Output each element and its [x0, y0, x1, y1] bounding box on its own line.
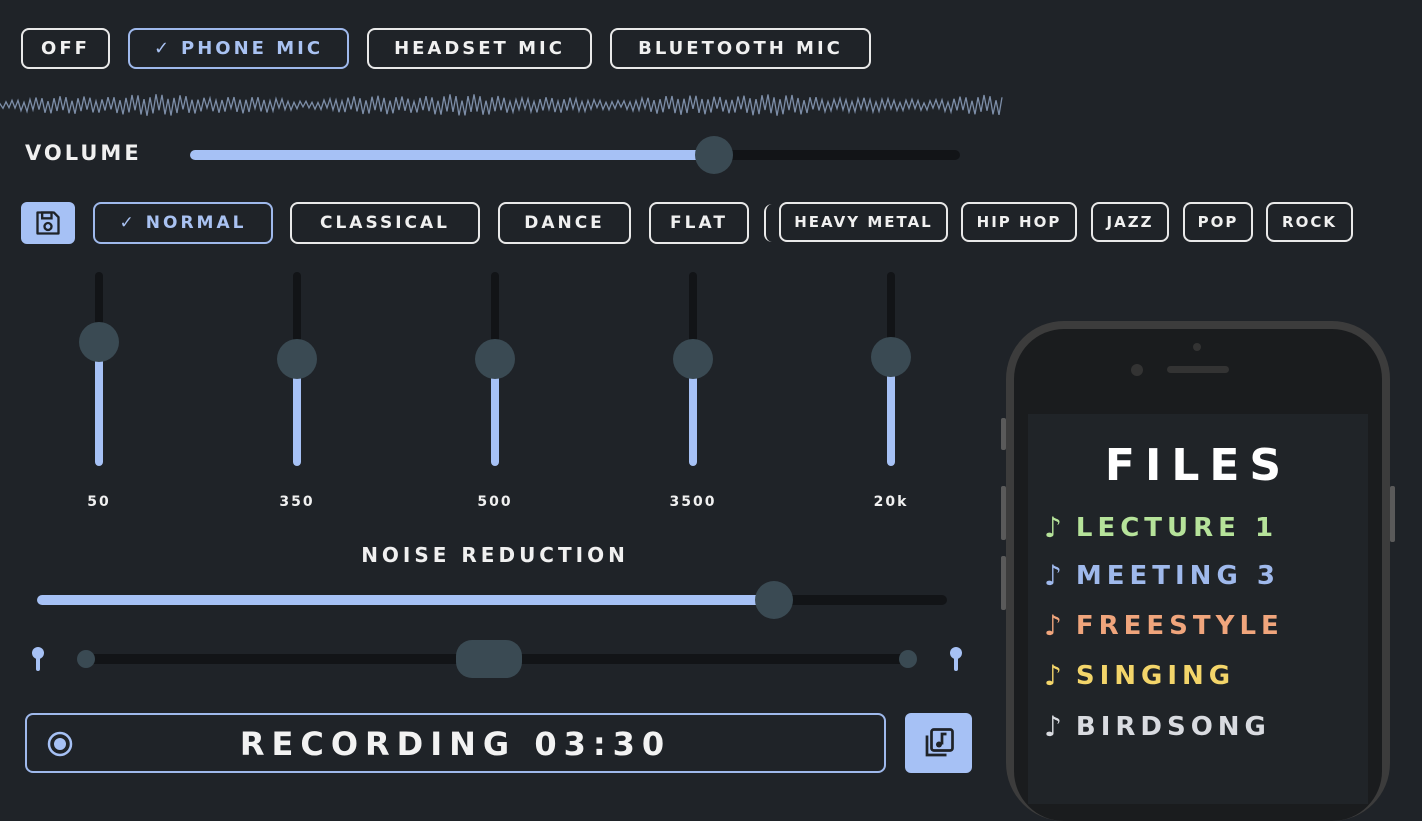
preset-normal-button[interactable]: ✓ NORMAL: [93, 202, 273, 244]
phone-camera: [1131, 364, 1143, 376]
file-name: LECTURE 1: [1075, 512, 1279, 543]
file-item-lecture-1[interactable]: ♪ LECTURE 1: [1044, 511, 1278, 544]
recording-label: RECORDING: [239, 725, 517, 763]
save-preset-button[interactable]: [21, 202, 75, 244]
preset-jazz-label: JAZZ: [1106, 213, 1154, 231]
right-earbud-icon: [950, 647, 962, 671]
check-icon: ✓: [119, 213, 134, 233]
preset-hip-hop-button[interactable]: HIP HOP: [961, 202, 1077, 242]
noise-reduction-fill: [37, 595, 775, 605]
noise-reduction-thumb[interactable]: [755, 581, 794, 619]
preset-flat-button[interactable]: FLAT: [649, 202, 749, 244]
phone-mic-button[interactable]: ✓ PHONE MIC: [128, 28, 349, 69]
preset-jazz-button[interactable]: JAZZ: [1091, 202, 1169, 242]
eq-band-thumb[interactable]: [475, 339, 515, 380]
balance-thumb[interactable]: [456, 640, 522, 678]
volume-label: VOLUME: [25, 141, 142, 165]
preset-classical-label: CLASSICAL: [320, 213, 450, 233]
floppy-disk-icon: [36, 211, 60, 235]
preset-heavy-metal-label: HEAVY METAL: [794, 213, 933, 231]
headset-mic-label: HEADSET MIC: [394, 38, 565, 59]
eq-band-freq-label: 50: [87, 494, 111, 510]
phone-mic-label: PHONE MIC: [181, 38, 324, 59]
audio-waveform: [0, 94, 1003, 116]
file-name: SINGING: [1075, 660, 1236, 691]
preset-pop-button[interactable]: POP: [1183, 202, 1253, 242]
preset-heavy-metal-button[interactable]: HEAVY METAL: [779, 202, 948, 242]
preset-dance-label: DANCE: [524, 213, 605, 233]
mic-off-button[interactable]: OFF: [21, 28, 110, 69]
preset-dance-button[interactable]: DANCE: [498, 202, 631, 244]
music-note-icon: ♪: [1044, 559, 1062, 592]
preset-flat-label: FLAT: [670, 213, 728, 233]
phone-power-button: [1390, 486, 1395, 542]
phone-side-button: [1001, 418, 1006, 450]
scroll-edge-indicator: [764, 204, 772, 242]
eq-band-freq-label: 3500: [669, 494, 717, 510]
music-library-icon: [925, 728, 954, 757]
eq-band-thumb[interactable]: [673, 339, 713, 380]
preset-rock-label: ROCK: [1282, 213, 1337, 231]
file-name: FREESTYLE: [1075, 610, 1284, 641]
balance-left-endpoint: [77, 650, 95, 668]
phone-volume-up: [1001, 486, 1006, 540]
bluetooth-mic-label: BLUETOOTH MIC: [638, 38, 843, 59]
file-item-freestyle[interactable]: ♪ FREESTYLE: [1044, 609, 1284, 642]
eq-band-thumb[interactable]: [871, 337, 911, 378]
volume-fill: [190, 150, 714, 160]
preset-normal-label: NORMAL: [145, 213, 247, 233]
file-item-meeting-3[interactable]: ♪ MEETING 3: [1044, 559, 1280, 592]
files-title: FILES: [1104, 440, 1292, 491]
eq-band-freq-label: 350: [279, 494, 315, 510]
eq-band-thumb[interactable]: [277, 339, 317, 380]
library-button[interactable]: [905, 713, 972, 773]
preset-rock-button[interactable]: ROCK: [1266, 202, 1353, 242]
file-name: MEETING 3: [1075, 560, 1280, 591]
eq-band-freq-label: 500: [477, 494, 513, 510]
music-note-icon: ♪: [1044, 609, 1062, 642]
balance-right-endpoint: [899, 650, 917, 668]
music-note-icon: ♪: [1044, 511, 1062, 544]
eq-band-thumb[interactable]: [79, 321, 119, 362]
preset-classical-button[interactable]: CLASSICAL: [290, 202, 480, 244]
recording-status: RECORDING 03:30: [27, 725, 884, 763]
file-item-birdsong[interactable]: ♪ BIRDSONG: [1044, 710, 1271, 743]
preset-hip-hop-label: HIP HOP: [976, 213, 1062, 231]
preset-pop-label: POP: [1197, 213, 1239, 231]
phone-volume-down: [1001, 556, 1006, 610]
left-earbud-icon: [32, 647, 44, 671]
music-note-icon: ♪: [1044, 710, 1062, 743]
noise-reduction-label: NOISE REDUCTION: [361, 543, 629, 567]
recording-time: 03:30: [534, 725, 672, 763]
headset-mic-button[interactable]: HEADSET MIC: [367, 28, 592, 69]
file-item-singing[interactable]: ♪ SINGING: [1044, 659, 1235, 692]
phone-speaker: [1167, 366, 1229, 373]
record-button[interactable]: RECORDING 03:30: [25, 713, 886, 773]
volume-thumb[interactable]: [694, 136, 733, 174]
check-icon: ✓: [153, 38, 170, 59]
file-name: BIRDSONG: [1075, 711, 1271, 742]
music-note-icon: ♪: [1044, 659, 1062, 692]
mic-off-label: OFF: [41, 38, 90, 59]
phone-sensor: [1193, 343, 1201, 351]
bluetooth-mic-button[interactable]: BLUETOOTH MIC: [610, 28, 871, 69]
eq-band-freq-label: 20k: [873, 494, 909, 510]
